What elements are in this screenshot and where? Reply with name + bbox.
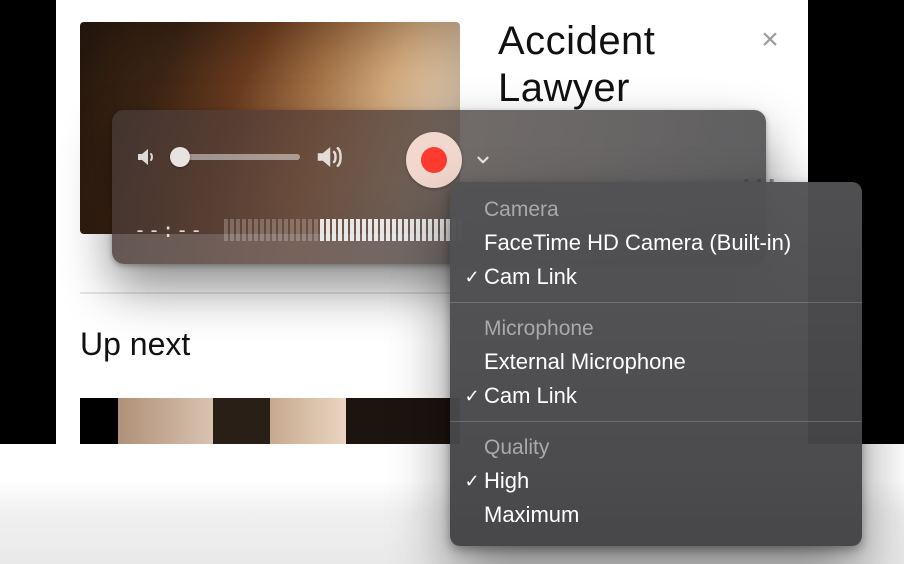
meter-bar xyxy=(254,219,258,241)
record-button[interactable] xyxy=(406,132,462,188)
menu-separator xyxy=(450,421,862,422)
meter-bar xyxy=(392,219,396,241)
menu-section-label: Microphone xyxy=(450,311,862,345)
meter-bar xyxy=(332,219,336,241)
meter-bar xyxy=(338,219,342,241)
menu-item-label: Maximum xyxy=(484,502,579,528)
meter-bar xyxy=(326,219,330,241)
up-next-heading: Up next xyxy=(80,326,190,363)
menu-item[interactable]: ✓High xyxy=(450,464,862,498)
meter-bar xyxy=(416,219,420,241)
meter-bar xyxy=(242,219,246,241)
meter-bar xyxy=(374,219,378,241)
menu-item[interactable]: ✓Cam Link xyxy=(450,260,862,294)
menu-item-label: High xyxy=(484,468,529,494)
meter-bar xyxy=(386,219,390,241)
meter-bar xyxy=(398,219,402,241)
meter-bar xyxy=(272,219,276,241)
meter-bar xyxy=(296,219,300,241)
elapsed-time: --:-- xyxy=(134,218,204,242)
meter-bar xyxy=(308,219,312,241)
volume-high-icon[interactable] xyxy=(314,142,344,172)
meter-bar xyxy=(302,219,306,241)
ad-title[interactable]: Accident Lawyer xyxy=(498,18,768,112)
volume-low-icon[interactable] xyxy=(134,145,158,169)
menu-item-label: External Microphone xyxy=(484,349,686,375)
menu-item-label: Cam Link xyxy=(484,264,577,290)
meter-bar xyxy=(260,219,264,241)
meter-bar xyxy=(278,219,282,241)
volume-row xyxy=(134,142,344,172)
close-icon[interactable]: × xyxy=(756,26,784,54)
meter-bar xyxy=(290,219,294,241)
record-dot-icon xyxy=(421,147,447,173)
meter-bar xyxy=(380,219,384,241)
record-controls xyxy=(406,132,496,188)
meter-bar xyxy=(362,219,366,241)
volume-knob[interactable] xyxy=(170,147,190,167)
meter-bar xyxy=(266,219,270,241)
meter-bar xyxy=(356,219,360,241)
meter-bar xyxy=(230,219,234,241)
menu-item[interactable]: ✓Maximum xyxy=(450,498,862,532)
menu-item-label: FaceTime HD Camera (Built-in) xyxy=(484,230,791,256)
audio-level-meter xyxy=(224,219,462,241)
meter-bar xyxy=(248,219,252,241)
record-options-menu: Camera✓FaceTime HD Camera (Built-in)✓Cam… xyxy=(450,182,862,546)
check-icon: ✓ xyxy=(460,386,484,407)
meter-bar xyxy=(236,219,240,241)
menu-section-label: Quality xyxy=(450,430,862,464)
volume-slider[interactable] xyxy=(172,154,300,160)
menu-section-label: Camera xyxy=(450,192,862,226)
letterbox-left xyxy=(0,0,56,444)
screenshot-root: Accident Lawyer × ⋯ Up next xyxy=(0,0,904,564)
meter-bar xyxy=(434,219,438,241)
menu-item[interactable]: ✓External Microphone xyxy=(450,345,862,379)
menu-item[interactable]: ✓Cam Link xyxy=(450,379,862,413)
check-icon: ✓ xyxy=(460,471,484,492)
meter-bar xyxy=(350,219,354,241)
meter-bar xyxy=(410,219,414,241)
meter-bar xyxy=(284,219,288,241)
menu-separator xyxy=(450,302,862,303)
menu-item-label: Cam Link xyxy=(484,383,577,409)
menu-item[interactable]: ✓FaceTime HD Camera (Built-in) xyxy=(450,226,862,260)
meter-bar xyxy=(344,219,348,241)
meter-bar xyxy=(224,219,228,241)
meter-bar xyxy=(440,219,444,241)
meter-bar xyxy=(314,219,318,241)
meter-bar xyxy=(368,219,372,241)
check-icon: ✓ xyxy=(460,267,484,288)
meter-bar xyxy=(404,219,408,241)
record-options-chevron-icon[interactable] xyxy=(470,143,496,177)
meter-bar xyxy=(422,219,426,241)
meter-bar xyxy=(428,219,432,241)
up-next-thumbnail[interactable] xyxy=(80,398,460,444)
meter-bar xyxy=(320,219,324,241)
time-meter-row: --:-- xyxy=(134,218,462,242)
